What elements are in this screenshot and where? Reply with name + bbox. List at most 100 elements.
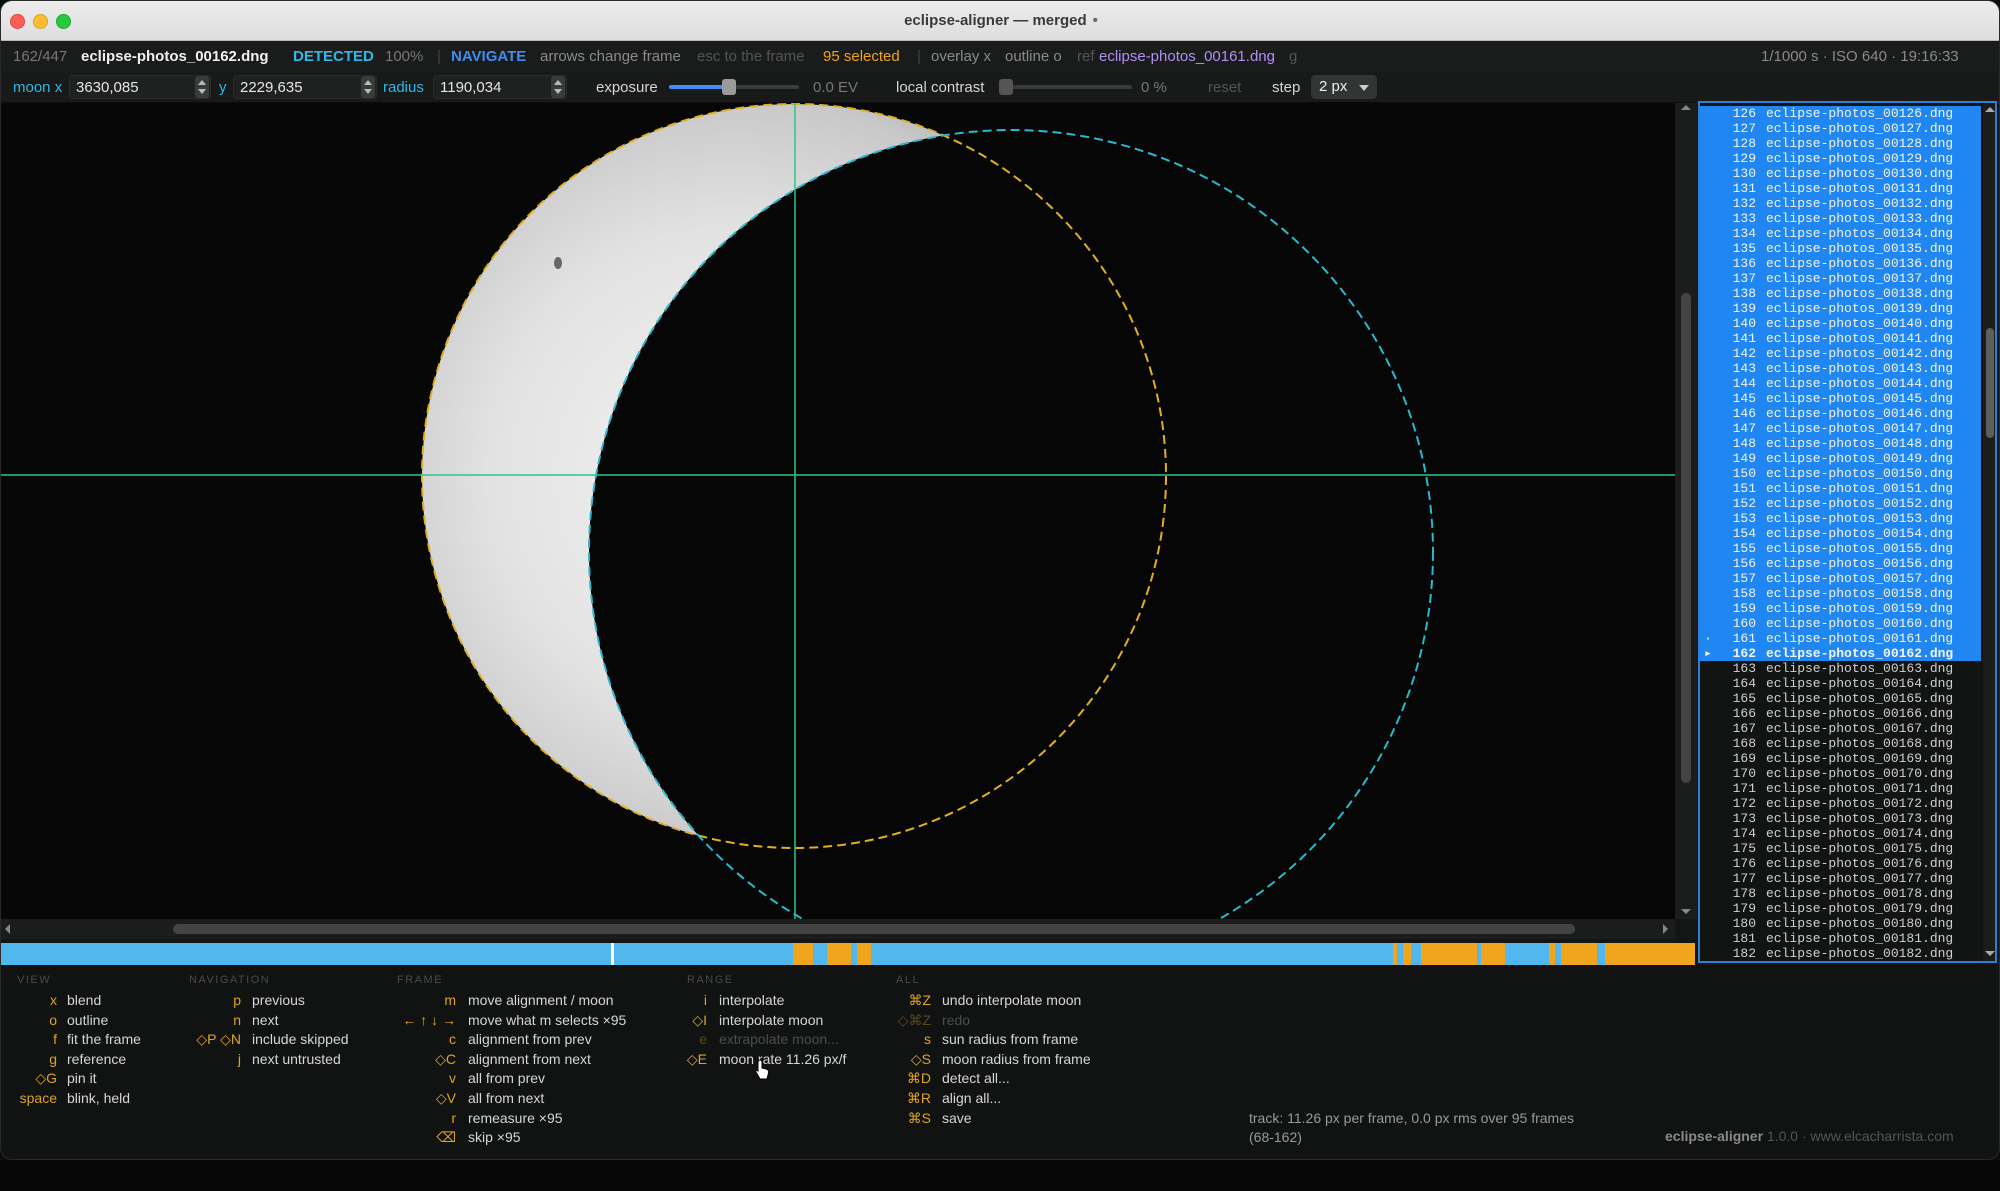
shortcut-action[interactable]: blend [67,992,101,1008]
file-list-row[interactable]: 181 eclipse-photos_00181.dng [1700,931,1981,946]
shortcut-action[interactable]: reference [67,1051,126,1067]
local-contrast-slider[interactable] [1004,85,1132,89]
reset-button[interactable]: reset [1208,79,1241,96]
file-list-row[interactable]: 149 eclipse-photos_00149.dng [1700,451,1981,466]
shortcut-action[interactable]: previous [252,992,305,1008]
scroll-down-arrow-icon[interactable] [1681,909,1691,914]
scroll-left-arrow-icon[interactable] [5,924,10,934]
file-list-row[interactable]: 173 eclipse-photos_00173.dng [1700,811,1981,826]
file-list-row[interactable]: 169 eclipse-photos_00169.dng [1700,751,1981,766]
file-list-row[interactable]: 171 eclipse-photos_00171.dng [1700,781,1981,796]
moon-y-input[interactable] [233,75,377,99]
outline-toggle[interactable]: outline o [1005,48,1062,65]
file-list-row[interactable]: 153 eclipse-photos_00153.dng [1700,511,1981,526]
file-list[interactable]: 126 eclipse-photos_00126.dng 127 eclipse-ph… [1698,101,1997,963]
file-list-row[interactable]: 127 eclipse-photos_00127.dng [1700,121,1981,136]
shortcut-action[interactable]: alignment from prev [468,1031,592,1047]
shortcut-action[interactable]: next untrusted [252,1051,341,1067]
file-list-row[interactable]: 137 eclipse-photos_00137.dng [1700,271,1981,286]
eclipse-canvas[interactable] [1,103,1675,919]
shortcut-action[interactable]: undo interpolate moon [942,992,1081,1008]
shortcut-action[interactable]: include skipped [252,1031,349,1047]
file-list-row[interactable]: 126 eclipse-photos_00126.dng [1700,106,1981,121]
shortcut-action[interactable]: moon radius from frame [942,1051,1091,1067]
shortcut-action[interactable]: pin it [67,1070,97,1086]
file-list-scrollbar[interactable] [1983,103,1995,961]
file-list-row[interactable]: 174 eclipse-photos_00174.dng [1700,826,1981,841]
file-list-row[interactable]: 150 eclipse-photos_00150.dng [1700,466,1981,481]
shortcut-action[interactable]: interpolate [719,992,784,1008]
file-list-row[interactable]: 146 eclipse-photos_00146.dng [1700,406,1981,421]
file-list-row[interactable]: 130 eclipse-photos_00130.dng [1700,166,1981,181]
file-list-row[interactable]: 166 eclipse-photos_00166.dng [1700,706,1981,721]
file-list-row[interactable]: 160 eclipse-photos_00160.dng [1700,616,1981,631]
radius-stepper[interactable] [551,76,565,98]
file-list-row[interactable]: 155 eclipse-photos_00155.dng [1700,541,1981,556]
file-list-row[interactable]: 163 eclipse-photos_00163.dng [1700,661,1981,676]
file-list-row[interactable]: 132 eclipse-photos_00132.dng [1700,196,1981,211]
file-list-row[interactable]: 145 eclipse-photos_00145.dng [1700,391,1981,406]
file-list-row[interactable]: 147 eclipse-photos_00147.dng [1700,421,1981,436]
shortcut-action[interactable]: all from prev [468,1070,545,1086]
file-list-row[interactable]: 170 eclipse-photos_00170.dng [1700,766,1981,781]
file-list-row[interactable]: 165 eclipse-photos_00165.dng [1700,691,1981,706]
shortcut-action[interactable]: move alignment / moon [468,992,614,1008]
shortcut-action[interactable]: interpolate moon [719,1012,823,1028]
horizontal-scroll-thumb[interactable] [173,924,1575,934]
file-list-row[interactable]: 182 eclipse-photos_00182.dng [1700,946,1981,961]
viewport-horizontal-scrollbar[interactable] [1,919,1675,939]
shortcut-action[interactable]: skip ×95 [468,1129,521,1145]
file-list-row[interactable]: 158 eclipse-photos_00158.dng [1700,586,1981,601]
radius-input[interactable] [433,75,567,99]
file-list-row[interactable]: 168 eclipse-photos_00168.dng [1700,736,1981,751]
shortcut-action[interactable]: blink, held [67,1090,130,1106]
file-list-row[interactable]: 152 eclipse-photos_00152.dng [1700,496,1981,511]
file-list-row[interactable]: 135 eclipse-photos_00135.dng [1700,241,1981,256]
vertical-scroll-thumb[interactable] [1681,293,1691,783]
file-list-row[interactable]: 140 eclipse-photos_00140.dng [1700,316,1981,331]
scroll-up-arrow-icon[interactable] [1681,105,1691,110]
file-list-row[interactable]: 142 eclipse-photos_00142.dng [1700,346,1981,361]
frame-timeline-strip[interactable] [1,943,1695,965]
file-list-scroll-thumb[interactable] [1986,328,1994,438]
shortcut-action[interactable]: alignment from next [468,1051,591,1067]
file-list-row[interactable]: 141 eclipse-photos_00141.dng [1700,331,1981,346]
file-list-row[interactable]: 133 eclipse-photos_00133.dng [1700,211,1981,226]
step-select[interactable]: 2 px [1311,75,1377,99]
file-list-row[interactable]: 134 eclipse-photos_00134.dng [1700,226,1981,241]
file-list-row[interactable]: 154 eclipse-photos_00154.dng [1700,526,1981,541]
file-list-row[interactable]: 167 eclipse-photos_00167.dng [1700,721,1981,736]
timeline-playhead[interactable] [611,943,614,965]
overlay-toggle[interactable]: overlay x [931,48,991,65]
file-list-row[interactable]: 136 eclipse-photos_00136.dng [1700,256,1981,271]
shortcut-action[interactable]: redo [942,1012,970,1028]
file-list-row[interactable]: 157 eclipse-photos_00157.dng [1700,571,1981,586]
scroll-right-arrow-icon[interactable] [1663,924,1668,934]
shortcut-action[interactable]: align all... [942,1090,1001,1106]
file-list-row[interactable]: 175 eclipse-photos_00175.dng [1700,841,1981,856]
file-list-row[interactable]: 151 eclipse-photos_00151.dng [1700,481,1981,496]
file-list-row[interactable]: 177 eclipse-photos_00177.dng [1700,871,1981,886]
exposure-slider-knob[interactable] [722,79,737,95]
viewport-vertical-scrollbar[interactable] [1675,103,1697,919]
file-list-row[interactable]: 179 eclipse-photos_00179.dng [1700,901,1981,916]
shortcut-action[interactable]: extrapolate moon... [719,1031,839,1047]
moon-y-stepper[interactable] [361,76,375,98]
file-list-row[interactable]: 156 eclipse-photos_00156.dng [1700,556,1981,571]
file-list-row[interactable]: 131 eclipse-photos_00131.dng [1700,181,1981,196]
moon-x-input[interactable] [69,75,211,99]
file-list-row[interactable]: 144 eclipse-photos_00144.dng [1700,376,1981,391]
file-list-row[interactable]: 128 eclipse-photos_00128.dng [1700,136,1981,151]
shortcut-action[interactable]: moon rate 11.26 px/f [719,1051,846,1067]
file-list-row[interactable]: 172 eclipse-photos_00172.dng [1700,796,1981,811]
shortcut-action[interactable]: next [252,1012,278,1028]
file-list-row[interactable]: · 161 eclipse-photos_00161.dng [1700,631,1981,646]
file-list-row[interactable]: 139 eclipse-photos_00139.dng [1700,301,1981,316]
file-list-row[interactable]: 129 eclipse-photos_00129.dng [1700,151,1981,166]
shortcut-action[interactable]: fit the frame [67,1031,141,1047]
scroll-down-arrow-icon[interactable] [1985,951,1995,956]
file-list-row[interactable]: 180 eclipse-photos_00180.dng [1700,916,1981,931]
shortcut-action[interactable]: detect all... [942,1070,1010,1086]
shortcut-action[interactable]: save [942,1110,972,1126]
file-list-row[interactable]: 178 eclipse-photos_00178.dng [1700,886,1981,901]
